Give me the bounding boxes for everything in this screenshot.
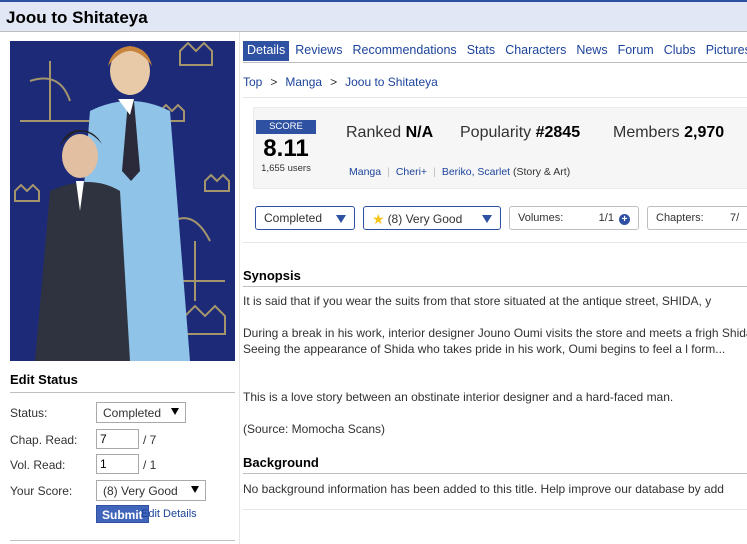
list-status-bar: Completed ★ (8) Very Good Volumes: 1/1 + … [253,206,747,232]
edit-status-heading: Edit Status [10,372,235,393]
members-stat: Members 2,970 [613,124,724,142]
score-row: Your Score: (8) Very Good [10,480,235,502]
breadcrumb-top[interactable]: Top [243,75,262,89]
cover-illustration [10,41,235,361]
vol-read-row: Vol. Read: / 1 [10,454,235,476]
chevron-down-icon [482,215,492,223]
edit-details-link[interactable]: Edit Details [141,508,197,520]
status-divider [243,242,747,243]
ranked-value: N/A [405,124,434,141]
page-title: Joou to Shitateya [6,8,148,27]
tab-stats[interactable]: Stats [463,41,500,61]
background-divider [243,509,747,510]
star-icon: ★ [372,211,385,227]
score-select[interactable]: (8) Very Good [96,480,206,501]
type-link[interactable]: Manga [349,166,381,178]
tab-forum[interactable]: Forum [614,41,658,61]
popularity-stat: Popularity #2845 [460,124,580,142]
tab-details[interactable]: Details [243,41,290,61]
breadcrumb-divider [243,97,747,98]
tab-bar: Details Reviews Recommendations Stats Charac… [243,41,747,63]
vol-total: / 1 [143,458,157,472]
cover-image[interactable] [10,41,235,361]
breadcrumb-title[interactable]: Joou to Shitateya [345,75,438,89]
edit-status-panel: Edit Status Status: Completed Chap. Read… [10,372,235,523]
divider: | [433,166,436,178]
chevron-down-icon [171,408,179,415]
magazine-link[interactable]: Cheri+ [396,166,427,178]
tab-reviews[interactable]: Reviews [291,41,346,61]
status-row: Status: Completed [10,402,235,424]
background-text: No background information has been added… [243,482,724,496]
divider: | [387,166,390,178]
volumes-counter: 1/1 + [599,212,630,225]
score-select-value: (8) Very Good [103,484,178,498]
score-value: 8.11 [263,135,309,162]
stats-box: SCORE 8.11 1,655 users Ranked N/A Popula… [253,107,747,189]
authors-link[interactable]: Beriko, Scarlet [442,166,510,178]
volumes-value: 1/1 [598,212,614,224]
chap-total: / 7 [143,433,157,447]
submit-row: Submit Edit Details [10,505,235,527]
chapters-value: 7/ [730,212,740,224]
tab-pictures[interactable]: Pictures [702,41,747,61]
chapters-box: Chapters: 7/ [647,206,747,230]
members-label: Members [613,124,680,141]
chap-read-input[interactable] [96,429,139,449]
synopsis-heading: Synopsis [243,268,747,287]
popularity-label: Popularity [460,124,532,141]
list-status-select[interactable]: Completed [255,206,355,230]
tab-news[interactable]: News [572,41,611,61]
list-score-value: (8) Very Good [387,212,463,226]
synopsis-source: (Source: Momocha Scans) [243,422,386,436]
score-users: 1,655 users [261,163,311,174]
left-bottom-divider [10,540,235,541]
synopsis-paragraph-2: During a break in his work, interior des… [243,326,747,356]
chapters-label: Chapters: [656,212,704,224]
ranked-stat: Ranked N/A [346,124,433,142]
stat-links: Manga | Cheri+ | Beriko, Scarlet (Story & Ar… [349,166,570,178]
synopsis-paragraph-3: This is a love story between an obstinat… [243,390,674,404]
title-bar: Joou to Shitateya [0,0,747,32]
members-value: 2,970 [684,124,725,141]
vol-read-input[interactable] [96,454,139,474]
list-status-value: Completed [264,211,323,225]
breadcrumb-manga[interactable]: Manga [285,75,322,89]
status-label: Status: [10,406,48,420]
chevron-down-icon [191,486,199,493]
authors-role: (Story & Art) [513,166,571,178]
chap-read-label: Chap. Read: [10,433,78,447]
main-content: Details Reviews Recommendations Stats Charac… [243,32,747,544]
plus-icon[interactable]: + [619,214,630,225]
vol-read-label: Vol. Read: [10,458,66,472]
volumes-label: Volumes: [518,212,564,224]
status-select-value: Completed [103,406,162,420]
left-sidebar: Edit Status Status: Completed Chap. Read… [0,32,240,544]
status-select[interactable]: Completed [96,402,186,423]
chap-read-row: Chap. Read: / 7 [10,429,235,451]
ranked-label: Ranked [346,124,402,141]
chevron-down-icon [336,215,346,223]
synopsis-paragraph-1: It is said that if you wear the suits fr… [243,294,712,308]
score-badge: SCORE [256,120,316,134]
score-block: SCORE 8.11 1,655 users [256,120,316,174]
breadcrumb-separator: > [270,75,278,89]
popularity-value: #2845 [535,124,581,141]
volumes-box: Volumes: 1/1 + [509,206,639,230]
breadcrumb: Top > Manga > Joou to Shitateya [243,75,438,89]
list-score-select[interactable]: ★ (8) Very Good [363,206,501,230]
score-label: Your Score: [10,484,73,498]
tab-clubs[interactable]: Clubs [660,41,700,61]
tab-characters[interactable]: Characters [501,41,570,61]
tab-recommendations[interactable]: Recommendations [348,41,460,61]
breadcrumb-separator: > [330,75,338,89]
background-heading: Background [243,455,747,474]
